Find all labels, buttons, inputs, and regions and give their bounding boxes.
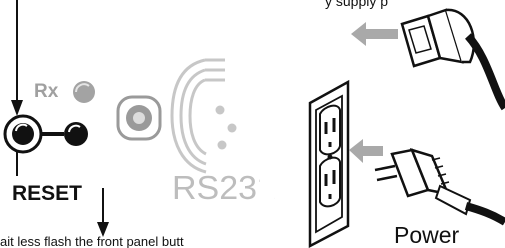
reset-button-icon [3,114,43,154]
gray-arrow-icon [351,22,398,46]
connection-diagram: y supply p Rx RESET RS232 ait less flash… [0,0,505,248]
top-caption-fragment: y supply p [325,0,388,9]
reset-label: RESET [12,182,82,205]
bnc-jack-icon [116,95,162,141]
down-arrow-icon [97,188,109,237]
led-icon [64,122,88,146]
wall-outlet-icon [308,79,350,248]
panel-edge [255,0,292,248]
power-cord-icon [400,8,505,111]
power-label: Power [394,222,460,248]
rx-label: Rx [34,81,59,102]
bottom-caption-fragment: ait less flash the front panel butt [0,234,184,248]
rs232-pin-icons [215,105,237,150]
gray-arrow-to-outlet-icon [349,139,383,163]
rs232-port-icon [170,58,225,174]
diagram-canvas: y supply p Rx RESET RS232 ait less flash… [0,0,505,248]
rx-led-icon [73,81,95,103]
plug-icon [374,148,505,226]
pointer-arrow-icon [11,0,23,116]
